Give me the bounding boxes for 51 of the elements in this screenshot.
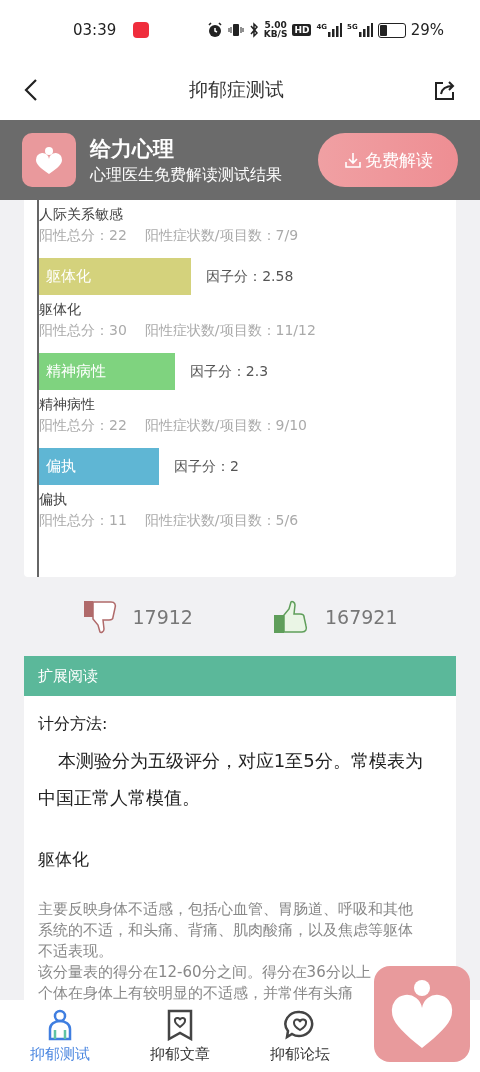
speed-unit: KB/S: [263, 30, 288, 39]
hd-badge: HD: [292, 24, 312, 36]
positive-total: 阳性总分：30: [39, 321, 127, 340]
factor-score: 因子分：2: [173, 457, 239, 476]
factor-name: 躯体化: [39, 300, 82, 319]
factor-name: 偏执: [39, 490, 68, 509]
app-notification-icon: [133, 22, 150, 38]
dislike-button[interactable]: 17912: [82, 598, 193, 635]
method-title: 计分方法:: [38, 713, 109, 735]
like-button[interactable]: 167921: [272, 598, 398, 635]
section-paragraph: 该分量表的得分在12-60分之间。得分在36分以上: [38, 962, 372, 983]
app-logo-icon: [22, 133, 76, 187]
status-time: 03:39: [73, 21, 117, 39]
heart-chat-icon: [284, 1008, 316, 1041]
section-paragraph: 个体在身体上有较明显的不适感，并常伴有头痛: [38, 983, 354, 1000]
vibrate-icon: [227, 22, 244, 38]
factor-score: 因子分：2.58: [206, 267, 294, 286]
positive-total: 阳性总分：22: [39, 416, 127, 435]
battery-percent: 29%: [410, 21, 444, 39]
section-title: 躯体化: [38, 848, 90, 871]
thumbs-down-icon: [82, 598, 119, 635]
positive-ratio: 阳性症状数/项目数：9/10: [144, 416, 307, 435]
positive-ratio: 阳性症状数/项目数：5/6: [144, 511, 299, 530]
nav-tab[interactable]: 抑郁文章: [120, 1008, 240, 1064]
positive-ratio: 阳性症状数/项目数：7/9: [144, 226, 299, 245]
positive-total: 阳性总分：22: [39, 226, 127, 245]
signal-icon: [328, 23, 343, 37]
factor-name: 人际关系敏感: [39, 205, 124, 224]
factor-name: 精神病性: [39, 395, 96, 414]
bluetooth-icon: [248, 22, 259, 38]
nav-tab[interactable]: 抑郁测试: [0, 1008, 120, 1064]
section-paragraph: 主要反映身体不适感，包括心血管、胃肠道、呼吸和其他系统的不适，和头痛、背痛、肌肉酸痛，以及焦虑等躯体不适表现。: [38, 899, 414, 962]
free-interpret-button[interactable]: 免费解读: [318, 133, 458, 187]
download-icon: [343, 151, 362, 169]
network-speed: 5.00: [264, 21, 287, 30]
reading-header: 扩展阅读: [24, 656, 456, 696]
factor-score: 因子分：2.3: [189, 362, 269, 381]
method-text: 本测验分为五级评分，对应1至5分。常模表为中国正常人常模值。: [38, 749, 424, 810]
nav-tab[interactable]: 抑郁论坛: [240, 1008, 360, 1064]
heart-bookmark-icon: [165, 1008, 195, 1041]
positive-total: 阳性总分：11: [39, 511, 127, 530]
promo-title: 给力心理: [90, 135, 175, 163]
factor-bar: 偏执: [39, 448, 159, 485]
promo-subtitle: 心理医生免费解读测试结果: [90, 164, 283, 186]
battery-icon: [377, 22, 406, 38]
factor-bar: 精神病性: [39, 353, 175, 390]
alarm-icon: [206, 22, 223, 38]
signal-icon: [358, 23, 373, 37]
positive-ratio: 阳性症状数/项目数：11/12: [144, 321, 316, 340]
page-title: 抑郁症测试: [188, 77, 284, 102]
factor-bar: 躯体化: [39, 258, 192, 295]
